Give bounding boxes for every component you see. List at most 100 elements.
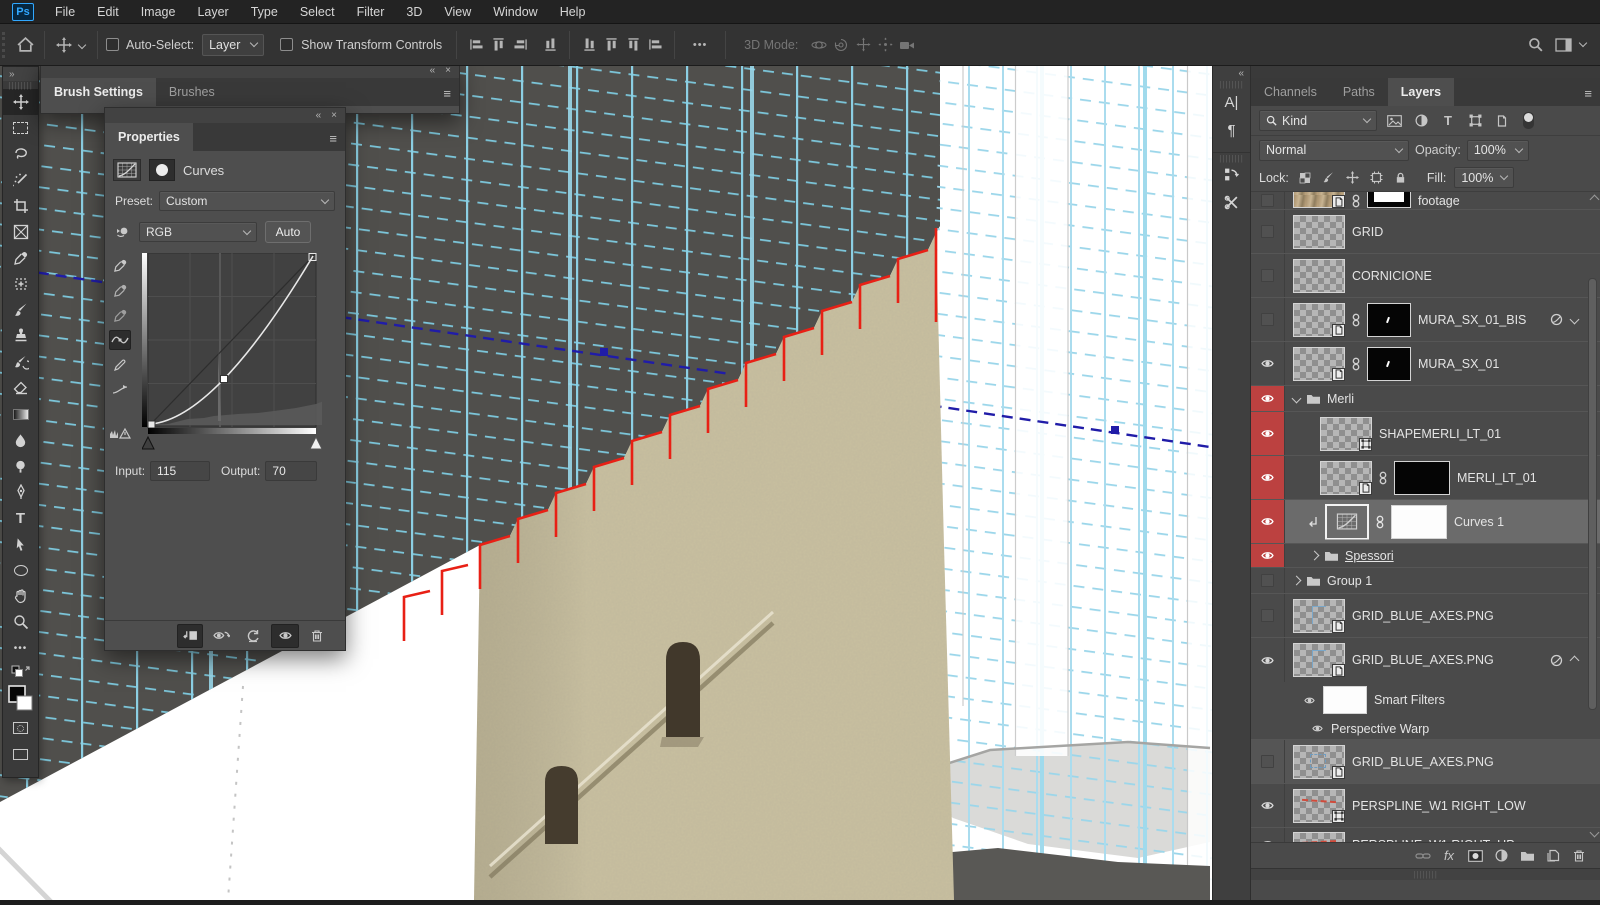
tool-gradient[interactable] bbox=[3, 401, 38, 427]
delete-layer-icon[interactable] bbox=[1566, 849, 1592, 863]
tab-layers[interactable]: Layers bbox=[1388, 78, 1454, 106]
layer-thumbnail[interactable] bbox=[1293, 215, 1345, 249]
layer-thumbnail[interactable] bbox=[1293, 599, 1345, 633]
layer-thumbnail[interactable] bbox=[1293, 643, 1345, 677]
layer-effects-fx-icon[interactable]: fx bbox=[1436, 848, 1462, 863]
blend-mode-dropdown[interactable]: Normal bbox=[1259, 140, 1409, 161]
tool-pen[interactable] bbox=[3, 479, 38, 505]
mask-link-icon[interactable] bbox=[1352, 194, 1360, 208]
lock-transparent-pixels-icon[interactable] bbox=[1297, 172, 1313, 184]
menu-layer[interactable]: Layer bbox=[186, 0, 239, 24]
auto-button[interactable]: Auto bbox=[265, 221, 311, 243]
3d-slide-icon[interactable] bbox=[874, 34, 896, 56]
auto-select-dropdown[interactable]: Layer bbox=[202, 34, 264, 56]
highlight-input-slider[interactable] bbox=[310, 437, 322, 449]
layer-thumbnail[interactable] bbox=[1320, 461, 1372, 495]
paragraph-panel-icon[interactable]: ¶ bbox=[1213, 116, 1250, 144]
layer-row-mura-sx-01[interactable]: MURA_SX_01 bbox=[1251, 342, 1600, 386]
quick-mask-mode-icon[interactable] bbox=[3, 715, 38, 741]
layer-thumbnail[interactable] bbox=[1293, 347, 1345, 381]
delete-adjustment-icon[interactable] bbox=[303, 624, 331, 648]
white-point-eyedropper-icon[interactable] bbox=[109, 305, 131, 325]
smart-filter-visibility-icon[interactable] bbox=[1303, 695, 1316, 706]
visibility-toggle[interactable] bbox=[1251, 298, 1285, 341]
menu-edit[interactable]: Edit bbox=[86, 0, 130, 24]
tool-clone-stamp[interactable] bbox=[3, 323, 38, 349]
tool-rectangular-marquee[interactable] bbox=[3, 115, 38, 141]
toolbar-collapse[interactable]: » bbox=[3, 67, 38, 81]
reset-adjustment-icon[interactable] bbox=[239, 624, 267, 648]
panel-menu-icon[interactable]: ≡ bbox=[1584, 86, 1592, 101]
tab-channels[interactable]: Channels bbox=[1251, 78, 1330, 106]
tab-brush-settings[interactable]: Brush Settings bbox=[41, 78, 156, 106]
layer-row-shapemerli-lt-01[interactable]: SHAPEMERLI_LT_01 bbox=[1251, 412, 1600, 456]
fill-dropdown[interactable]: 100% bbox=[1454, 167, 1514, 188]
smart-filter-mask-thumbnail[interactable] bbox=[1323, 686, 1367, 714]
tool-type[interactable]: T bbox=[3, 505, 38, 531]
group-expand-chevron[interactable] bbox=[1292, 394, 1302, 404]
layer-mask-thumbnail[interactable] bbox=[1367, 347, 1411, 381]
clip-to-layer-icon[interactable] bbox=[177, 624, 203, 648]
visibility-toggle[interactable] bbox=[1251, 568, 1285, 593]
shadow-input-slider[interactable] bbox=[142, 437, 154, 449]
group-row-group-1[interactable]: Group 1 bbox=[1251, 568, 1600, 594]
layer-thumbnail[interactable] bbox=[1320, 417, 1372, 451]
visibility-toggle[interactable] bbox=[1251, 740, 1285, 783]
layer-row-perspline-right-up[interactable]: PERSPLINE_W1 RIGHT_UP bbox=[1251, 828, 1600, 842]
menu-help[interactable]: Help bbox=[549, 0, 597, 24]
adjustment-mask-icon[interactable] bbox=[149, 159, 175, 181]
preset-dropdown[interactable]: Custom bbox=[159, 191, 335, 211]
align-bottom-edges-icon[interactable] bbox=[622, 34, 644, 56]
3d-pan-icon[interactable] bbox=[852, 34, 874, 56]
adjustment-layer-thumbnail[interactable] bbox=[1325, 504, 1369, 540]
output-value-field[interactable]: 70 bbox=[265, 461, 317, 481]
3d-roll-icon[interactable] bbox=[830, 34, 852, 56]
auto-select-checkbox[interactable] bbox=[106, 38, 119, 51]
adjustment-mask-thumbnail[interactable] bbox=[1391, 505, 1447, 539]
panel-menu-icon[interactable]: ≡ bbox=[329, 131, 337, 146]
layer-row-grid-blue-axes-1[interactable]: GRID_BLUE_AXES.PNG bbox=[1251, 594, 1600, 638]
layer-row-curves-1[interactable]: Curves 1 bbox=[1251, 500, 1600, 544]
menu-select[interactable]: Select bbox=[289, 0, 346, 24]
lock-image-pixels-icon[interactable] bbox=[1321, 171, 1337, 184]
panel-collapse-icon[interactable]: « bbox=[430, 65, 436, 76]
tool-blur[interactable] bbox=[3, 427, 38, 453]
home-button[interactable] bbox=[14, 34, 36, 56]
tab-paths[interactable]: Paths bbox=[1330, 78, 1388, 106]
swap-colors-icon[interactable] bbox=[3, 661, 38, 683]
filter-kind-dropdown[interactable]: Kind bbox=[1259, 110, 1377, 131]
layer-row-grid-blue-axes-3[interactable]: GRID_BLUE_AXES.PNG bbox=[1251, 740, 1600, 784]
layer-row-footage[interactable]: footage bbox=[1251, 192, 1600, 210]
menu-image[interactable]: Image bbox=[130, 0, 187, 24]
tool-eraser[interactable] bbox=[3, 375, 38, 401]
group-expand-chevron[interactable] bbox=[1310, 551, 1320, 561]
filter-pixel-layers-icon[interactable] bbox=[1384, 115, 1404, 127]
link-layers-icon[interactable] bbox=[1410, 852, 1436, 860]
menu-filter[interactable]: Filter bbox=[346, 0, 396, 24]
distribute-vertical-icon[interactable] bbox=[644, 34, 666, 56]
tool-eyedropper[interactable] bbox=[3, 245, 38, 271]
tool-zoom[interactable] bbox=[3, 609, 38, 635]
visibility-toggle[interactable] bbox=[1251, 594, 1285, 637]
panel-menu-icon[interactable]: ≡ bbox=[443, 86, 451, 101]
show-transform-checkbox[interactable] bbox=[280, 38, 293, 51]
align-left-edges-icon[interactable] bbox=[465, 34, 487, 56]
tool-preset-chevron[interactable] bbox=[78, 40, 86, 48]
panel-resize-grip[interactable]: |||||||| bbox=[1251, 868, 1600, 880]
layer-row-merli-lt-01[interactable]: MERLI_LT_01 bbox=[1251, 456, 1600, 500]
character-panel-icon[interactable]: A| bbox=[1213, 88, 1250, 116]
workspace-chevron[interactable] bbox=[1579, 39, 1587, 47]
tab-properties[interactable]: Properties bbox=[105, 123, 193, 151]
visibility-toggle[interactable] bbox=[1251, 828, 1285, 842]
layer-row-mura-sx-01-bis[interactable]: MURA_SX_01_BIS bbox=[1251, 298, 1600, 342]
layer-row-perspline-right-low[interactable]: PERSPLINE_W1 RIGHT_LOW bbox=[1251, 784, 1600, 828]
dock-expand-icon[interactable]: « bbox=[1213, 66, 1250, 80]
screen-mode-icon[interactable] bbox=[3, 741, 38, 767]
collapse-effects-chevron[interactable] bbox=[1570, 315, 1580, 325]
lock-position-icon[interactable] bbox=[1345, 171, 1361, 184]
toolbar-grip[interactable]: |||||||| bbox=[3, 81, 38, 89]
gray-point-eyedropper-icon[interactable] bbox=[109, 280, 131, 300]
visibility-toggle[interactable] bbox=[1251, 456, 1285, 499]
group-row-merli[interactable]: Merli bbox=[1251, 386, 1600, 412]
visibility-toggle[interactable] bbox=[1251, 784, 1285, 827]
